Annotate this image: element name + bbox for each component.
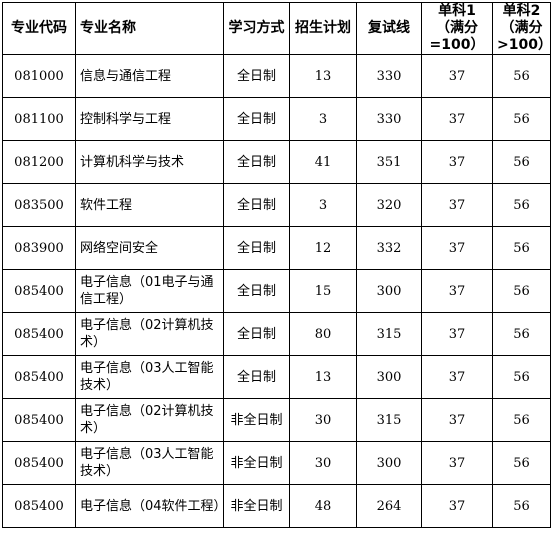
cell-name: 电子信息（01电子与通信工程） — [75, 269, 224, 313]
table-row: 081200 计算机科学与技术 全日制 41 351 37 56 — [2, 140, 551, 184]
cell-retest: 320 — [356, 183, 422, 227]
cell-single2: 56 — [492, 54, 551, 98]
cell-code: 085400 — [2, 312, 76, 356]
header-row: 专业代码 专业名称 学习方式 招生计划 复试线 单科1（满分=100） 单科2（… — [2, 2, 551, 55]
cell-retest: 351 — [356, 140, 422, 184]
cell-mode: 全日制 — [223, 312, 290, 356]
cell-name: 信息与通信工程 — [75, 54, 224, 98]
table-row: 083900 网络空间安全 全日制 12 332 37 56 — [2, 226, 551, 270]
cell-name: 控制科学与工程 — [75, 97, 224, 141]
cell-name: 电子信息（02计算机技术） — [75, 398, 224, 442]
cell-retest: 315 — [356, 398, 422, 442]
cell-single2: 56 — [492, 226, 551, 270]
cell-single2: 56 — [492, 183, 551, 227]
cell-single2: 56 — [492, 312, 551, 356]
cell-retest: 315 — [356, 312, 422, 356]
cell-single1: 37 — [421, 140, 493, 184]
table-row: 085400 电子信息（03人工智能技术） 全日制 13 300 37 56 — [2, 355, 551, 399]
cell-retest: 332 — [356, 226, 422, 270]
cell-mode: 全日制 — [223, 226, 290, 270]
cell-plan: 30 — [289, 398, 357, 442]
cell-mode: 非全日制 — [223, 484, 290, 528]
cell-single1: 37 — [421, 484, 493, 528]
cell-retest: 330 — [356, 97, 422, 141]
header-code: 专业代码 — [2, 2, 76, 55]
header-plan: 招生计划 — [289, 2, 357, 55]
cell-code: 085400 — [2, 269, 76, 313]
table-row: 081100 控制科学与工程 全日制 3 330 37 56 — [2, 97, 551, 141]
cell-name: 电子信息（03人工智能技术） — [75, 355, 224, 399]
cell-mode: 非全日制 — [223, 398, 290, 442]
table-row: 083500 软件工程 全日制 3 320 37 56 — [2, 183, 551, 227]
header-name: 专业名称 — [75, 2, 224, 55]
cell-plan: 41 — [289, 140, 357, 184]
cell-single1: 37 — [421, 269, 493, 313]
cell-code: 085400 — [2, 355, 76, 399]
cell-plan: 80 — [289, 312, 357, 356]
cell-mode: 全日制 — [223, 269, 290, 313]
cell-plan: 48 — [289, 484, 357, 528]
cell-name: 电子信息（03人工智能技术） — [75, 441, 224, 485]
admission-score-table: 专业代码 专业名称 学习方式 招生计划 复试线 单科1（满分=100） 单科2（… — [2, 2, 551, 528]
cell-single1: 37 — [421, 355, 493, 399]
cell-code: 085400 — [2, 398, 76, 442]
cell-single1: 37 — [421, 54, 493, 98]
header-single-subject-2: 单科2（满分>100） — [492, 2, 551, 55]
cell-code: 081000 — [2, 54, 76, 98]
cell-plan: 30 — [289, 441, 357, 485]
header-retest-line: 复试线 — [356, 2, 422, 55]
cell-mode: 全日制 — [223, 54, 290, 98]
cell-code: 083900 — [2, 226, 76, 270]
cell-plan: 15 — [289, 269, 357, 313]
cell-name: 计算机科学与技术 — [75, 140, 224, 184]
cell-single1: 37 — [421, 398, 493, 442]
table-header: 专业代码 专业名称 学习方式 招生计划 复试线 单科1（满分=100） 单科2（… — [2, 2, 551, 55]
table-row: 085400 电子信息（01电子与通信工程） 全日制 15 300 37 56 — [2, 269, 551, 313]
cell-retest: 330 — [356, 54, 422, 98]
cell-single2: 56 — [492, 355, 551, 399]
cell-plan: 3 — [289, 97, 357, 141]
cell-single2: 56 — [492, 398, 551, 442]
table-row: 085400 电子信息（02计算机技术） 非全日制 30 315 37 56 — [2, 398, 551, 442]
cell-mode: 全日制 — [223, 355, 290, 399]
cell-code: 081200 — [2, 140, 76, 184]
cell-single1: 37 — [421, 97, 493, 141]
header-mode: 学习方式 — [223, 2, 290, 55]
cell-single2: 56 — [492, 484, 551, 528]
cell-retest: 300 — [356, 441, 422, 485]
table-row: 085400 电子信息（04软件工程） 非全日制 48 264 37 56 — [2, 484, 551, 528]
cell-single2: 56 — [492, 269, 551, 313]
cell-retest: 300 — [356, 355, 422, 399]
cell-single1: 37 — [421, 441, 493, 485]
cell-retest: 300 — [356, 269, 422, 313]
cell-code: 083500 — [2, 183, 76, 227]
cell-plan: 12 — [289, 226, 357, 270]
cell-name: 电子信息（04软件工程） — [75, 484, 224, 528]
cell-plan: 13 — [289, 54, 357, 98]
cell-single1: 37 — [421, 312, 493, 356]
cell-single1: 37 — [421, 183, 493, 227]
table-row: 081000 信息与通信工程 全日制 13 330 37 56 — [2, 54, 551, 98]
cell-code: 085400 — [2, 441, 76, 485]
cell-mode: 全日制 — [223, 97, 290, 141]
cell-retest: 264 — [356, 484, 422, 528]
cell-plan: 3 — [289, 183, 357, 227]
cell-name: 软件工程 — [75, 183, 224, 227]
header-single-subject-1: 单科1（满分=100） — [421, 2, 493, 55]
cell-name: 电子信息（02计算机技术） — [75, 312, 224, 356]
cell-code: 085400 — [2, 484, 76, 528]
cell-mode: 全日制 — [223, 140, 290, 184]
cell-mode: 全日制 — [223, 183, 290, 227]
cell-single2: 56 — [492, 441, 551, 485]
table-row: 085400 电子信息（03人工智能技术） 非全日制 30 300 37 56 — [2, 441, 551, 485]
table-body: 081000 信息与通信工程 全日制 13 330 37 56 081100 控… — [2, 54, 551, 528]
cell-name: 网络空间安全 — [75, 226, 224, 270]
cell-single1: 37 — [421, 226, 493, 270]
cell-single2: 56 — [492, 97, 551, 141]
cell-code: 081100 — [2, 97, 76, 141]
cell-mode: 非全日制 — [223, 441, 290, 485]
table-row: 085400 电子信息（02计算机技术） 全日制 80 315 37 56 — [2, 312, 551, 356]
cell-single2: 56 — [492, 140, 551, 184]
cell-plan: 13 — [289, 355, 357, 399]
